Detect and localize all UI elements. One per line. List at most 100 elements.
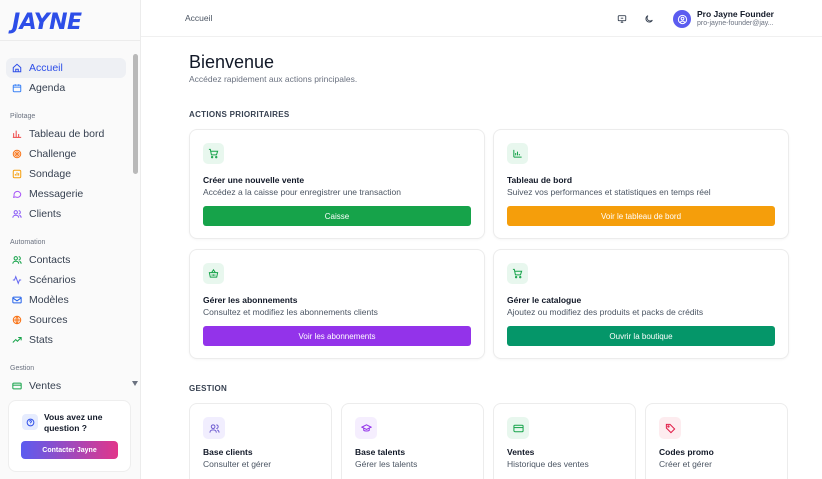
credit-card-icon: [507, 417, 529, 439]
sidebar-item-tableau-de-bord[interactable]: Tableau de bord: [6, 124, 126, 144]
card-codes-promo[interactable]: Codes promo Créer et gérer: [645, 403, 788, 479]
gestion-heading: GESTION: [189, 384, 228, 393]
cart-icon: [203, 143, 224, 164]
card-title: Ventes: [507, 447, 535, 457]
page-subtitle: Accédez rapidement aux actions principal…: [189, 74, 358, 84]
help-circle-icon: [22, 414, 38, 430]
moon-icon[interactable]: [643, 13, 655, 25]
card-title: Base talents: [355, 447, 406, 457]
users-icon: [203, 417, 225, 439]
card-title: Tableau de bord: [507, 175, 573, 185]
sidebar-item-messagerie[interactable]: Messagerie: [6, 184, 126, 204]
sidebar-item-scenarios[interactable]: Scénarios: [6, 270, 126, 290]
sidebar-item-label: Messagerie: [29, 188, 84, 200]
card-subtitle: Créer et gérer: [659, 459, 712, 469]
bar-chart-icon: [507, 143, 528, 164]
sidebar-nav: Accueil Agenda Pilotage Tableau de bord …: [0, 56, 132, 392]
sidebar-scrollbar-thumb[interactable]: [133, 54, 138, 174]
sidebar-item-label: Modèles: [29, 294, 69, 306]
scroll-down-arrow-icon[interactable]: [132, 381, 138, 386]
card-subtitle: Gérer les talents: [355, 459, 418, 469]
bar-chart-icon: [12, 129, 22, 139]
page-title: Bienvenue: [189, 52, 275, 72]
card-ventes[interactable]: Ventes Historique des ventes: [493, 403, 636, 479]
card-title: Gérer les abonnements: [203, 295, 298, 305]
globe-icon: [12, 315, 22, 325]
sidebar-item-label: Stats: [29, 334, 53, 346]
open-shop-button[interactable]: Ouvrir la boutique: [507, 326, 775, 346]
basket-icon: [203, 263, 224, 284]
sidebar-item-label: Agenda: [29, 82, 66, 94]
graduation-cap-icon: [355, 417, 377, 439]
tag-icon: [659, 417, 681, 439]
sidebar-item-contacts[interactable]: Contacts: [6, 250, 126, 270]
caisse-button[interactable]: Caisse: [203, 206, 471, 226]
section-label-automation: Automation: [10, 239, 46, 246]
help-question: Vous avez une question ?: [44, 412, 103, 433]
card-subtitle: Suivez vos performances et statistiques …: [507, 187, 711, 197]
credit-card-icon: [12, 381, 22, 391]
user-email: pro-jayne-founder@jay...: [697, 20, 774, 27]
sidebar-item-label: Sources: [29, 314, 68, 326]
avatar[interactable]: [673, 10, 691, 28]
mail-icon: [12, 295, 22, 305]
sidebar-item-label: Tableau de bord: [29, 128, 105, 140]
sidebar-item-accueil[interactable]: Accueil: [6, 58, 126, 78]
sidebar-item-stats[interactable]: Stats: [6, 330, 126, 350]
view-subscriptions-button[interactable]: Voir les abonnements: [203, 326, 471, 346]
sidebar-item-label: Contacts: [29, 254, 71, 266]
card-title: Codes promo: [659, 447, 714, 457]
home-icon: [12, 63, 22, 73]
sidebar-item-label: Ventes: [29, 380, 62, 392]
card-catalogue: Gérer le catalogue Ajoutez ou modifiez d…: [493, 249, 789, 359]
cart-icon: [507, 263, 528, 284]
sidebar-item-ventes[interactable]: Ventes: [6, 376, 126, 392]
card-title: Base clients: [203, 447, 253, 457]
monitor-icon[interactable]: [616, 13, 628, 25]
target-icon: [12, 149, 22, 159]
sidebar-item-label: Challenge: [29, 148, 77, 160]
section-label-pilotage: Pilotage: [10, 113, 36, 120]
poll-icon: [12, 169, 22, 179]
sidebar-item-sondage[interactable]: Sondage: [6, 164, 126, 184]
card-title: Gérer le catalogue: [507, 295, 582, 305]
users-icon: [12, 209, 22, 219]
sidebar: JAYNE Accueil Agenda Pilotage Tableau de…: [0, 0, 141, 479]
card-subtitle: Ajoutez ou modifiez des produits et pack…: [507, 307, 704, 317]
user-name[interactable]: Pro Jayne Founder: [697, 9, 774, 19]
app-logo[interactable]: JAYNE: [12, 10, 82, 35]
card-title: Créer une nouvelle vente: [203, 175, 305, 185]
topbar: Accueil Pro Jayne Founder pro-jayne-foun…: [141, 0, 822, 37]
card-base-clients[interactable]: Base clients Consulter et gérer: [189, 403, 332, 479]
help-card: Vous avez une question ? Contacter Jayne: [8, 400, 131, 472]
trending-up-icon: [12, 335, 22, 345]
sidebar-item-label: Scénarios: [29, 274, 76, 286]
sidebar-item-label: Sondage: [29, 168, 72, 180]
view-dashboard-button[interactable]: Voir le tableau de bord: [507, 206, 775, 226]
sidebar-item-label: Accueil: [29, 62, 63, 74]
sidebar-item-modeles[interactable]: Modèles: [6, 290, 126, 310]
priority-actions-heading: ACTIONS PRIORITAIRES: [189, 110, 290, 119]
sidebar-item-label: Clients: [29, 208, 62, 220]
sidebar-item-agenda[interactable]: Agenda: [6, 78, 126, 98]
contact-jayne-button[interactable]: Contacter Jayne: [21, 441, 118, 459]
calendar-icon: [12, 83, 22, 93]
card-subscriptions: Gérer les abonnements Consultez et modif…: [189, 249, 485, 359]
sidebar-item-sources[interactable]: Sources: [6, 310, 126, 330]
section-label-gestion: Gestion: [10, 365, 35, 372]
sidebar-divider: [0, 40, 141, 41]
breadcrumb[interactable]: Accueil: [185, 13, 212, 23]
sidebar-item-challenge[interactable]: Challenge: [6, 144, 126, 164]
message-icon: [12, 189, 22, 199]
card-subtitle: Historique des ventes: [507, 459, 589, 469]
card-new-sale: Créer une nouvelle vente Accédez a la ca…: [189, 129, 485, 239]
activity-icon: [12, 275, 22, 285]
card-base-talents[interactable]: Base talents Gérer les talents: [341, 403, 484, 479]
sidebar-scrollbar[interactable]: [133, 52, 138, 382]
card-subtitle: Accédez a la caisse pour enregistrer une…: [203, 187, 401, 197]
card-subtitle: Consultez et modifiez les abonnements cl…: [203, 307, 378, 317]
sidebar-item-clients[interactable]: Clients: [6, 204, 126, 224]
card-subtitle: Consulter et gérer: [203, 459, 272, 469]
contacts-icon: [12, 255, 22, 265]
card-dashboard: Tableau de bord Suivez vos performances …: [493, 129, 789, 239]
